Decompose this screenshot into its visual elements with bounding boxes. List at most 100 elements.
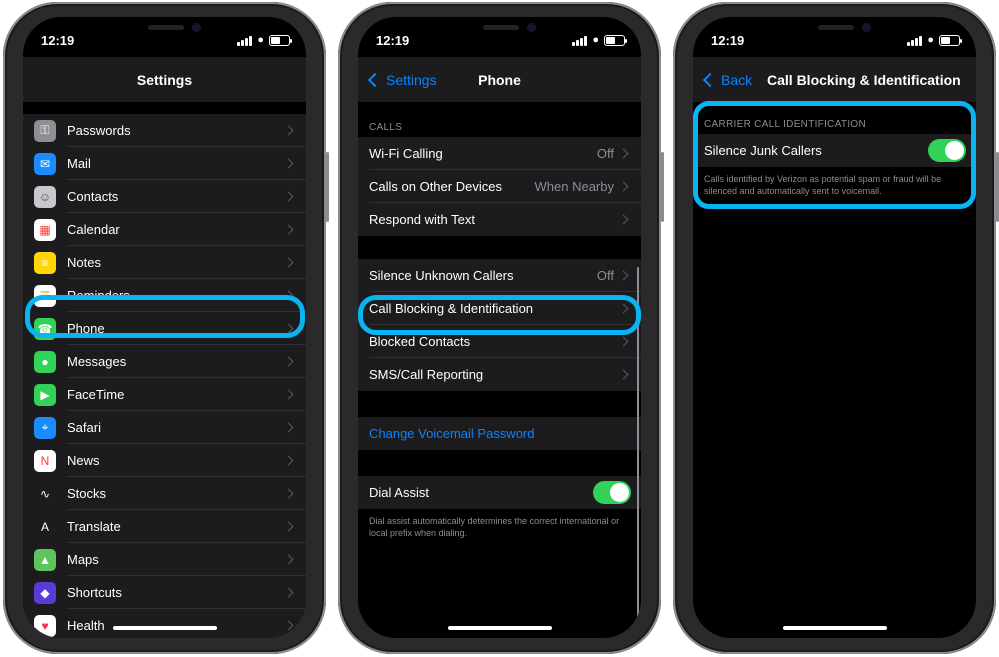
chevron-right-icon <box>283 620 294 631</box>
back-label: Settings <box>386 71 437 88</box>
chevron-right-icon <box>283 257 294 268</box>
safari-icon: ⌖ <box>34 416 56 439</box>
settings-item-label: Passwords <box>67 123 131 138</box>
chevron-right-icon <box>283 224 294 235</box>
dial-assist-note: Dial assist automatically determines the… <box>369 516 620 538</box>
settings-item-label: Contacts <box>67 189 119 204</box>
settings-item-label: FaceTime <box>67 387 125 402</box>
back-button[interactable]: Settings <box>364 57 437 102</box>
sidebar-item-notes[interactable]: ≡ Notes <box>23 246 306 279</box>
status-time: 12:19 <box>41 33 75 48</box>
page-title: Settings <box>136 71 193 88</box>
status-time: 12:19 <box>376 33 410 48</box>
sidebar-item-translate[interactable]: A Translate <box>23 510 306 543</box>
row-label: Calls on Other Devices <box>369 179 502 194</box>
nav-bar: Back Call Blocking & Identification <box>693 57 976 102</box>
sidebar-item-passwords[interactable]: ⚿ Passwords <box>23 114 306 147</box>
wifi-icon: ● <box>257 34 264 46</box>
news-icon: N <box>34 449 56 472</box>
settings-item-label: Safari <box>67 420 101 435</box>
mail-icon: ✉ <box>34 152 56 175</box>
row-label: SMS/Call Reporting <box>369 367 484 382</box>
sidebar-item-news[interactable]: N News <box>23 444 306 477</box>
sidebar-item-messages[interactable]: ● Messages <box>23 345 306 378</box>
sidebar-item-facetime[interactable]: ▶ FaceTime <box>23 378 306 411</box>
wifi-icon: ● <box>927 34 934 46</box>
sidebar-item-maps[interactable]: ▲ Maps <box>23 543 306 576</box>
chevron-right-icon <box>618 336 629 347</box>
settings-list: ⚿ Passwords ✉ Mail ☺ Contacts ▦ Calendar ≡ Notes ☰… <box>23 114 306 638</box>
sidebar-item-stocks[interactable]: ∿ Stocks <box>23 477 306 510</box>
phone-call-blocking: 12:19 ● Back Call Blocking & Identificat… <box>673 2 999 654</box>
battery-icon <box>604 34 627 46</box>
chevron-right-icon <box>283 356 294 367</box>
battery-icon <box>269 34 292 46</box>
settings-item-label: Shortcuts <box>67 585 122 600</box>
settings-item-label: Messages <box>67 354 127 369</box>
row-value: Off <box>596 268 614 283</box>
settings-item-label: Maps <box>67 552 99 567</box>
chevron-right-icon <box>283 521 294 532</box>
status-bar: 12:19 ● <box>358 17 641 57</box>
chevron-right-icon <box>283 191 294 202</box>
chevron-right-icon <box>283 488 294 499</box>
dial-assist-row: Dial Assist <box>358 476 641 509</box>
chevron-right-icon <box>283 158 294 169</box>
sidebar-item-mail[interactable]: ✉ Mail <box>23 147 306 180</box>
phone-settings: 12:19 ● Settings ⚿ Passwords ✉ Mail ☺ Contact… <box>3 2 329 654</box>
phone-settings-list: CALLS Wi-Fi Calling Off Calls on Other Dev… <box>358 102 641 638</box>
signal-icon <box>907 35 923 46</box>
page-title: Call Blocking & Identification <box>767 71 961 88</box>
sidebar-item-contacts[interactable]: ☺ Contacts <box>23 180 306 213</box>
status-bar: 12:19 ● <box>693 17 976 57</box>
page-title: Phone <box>478 71 521 88</box>
carrier-section-highlight <box>693 101 976 209</box>
calls-row-calls-on-other-devices[interactable]: Calls on Other Devices When Nearby <box>358 170 641 203</box>
chevron-left-icon <box>702 72 718 87</box>
change-voicemail-password-link[interactable]: Change Voicemail Password <box>358 417 641 450</box>
home-indicator[interactable] <box>782 626 887 630</box>
chevron-right-icon <box>283 422 294 433</box>
translate-icon: A <box>34 515 56 538</box>
signal-icon <box>237 35 253 46</box>
settings-item-label: Calendar <box>67 222 120 237</box>
home-indicator[interactable] <box>447 626 552 630</box>
row-label: Respond with Text <box>369 212 475 227</box>
chevron-left-icon <box>367 72 383 87</box>
sidebar-item-shortcuts[interactable]: ◆ Shortcuts <box>23 576 306 609</box>
blocking-row-sms-call-reporting[interactable]: SMS/Call Reporting <box>358 358 641 391</box>
facetime-icon: ▶ <box>34 383 56 406</box>
status-bar: 12:19 ● <box>23 17 306 57</box>
sidebar-item-safari[interactable]: ⌖ Safari <box>23 411 306 444</box>
back-label: Back <box>721 71 753 88</box>
sidebar-item-health[interactable]: ♥ Health <box>23 609 306 638</box>
calls-row-respond-with-text[interactable]: Respond with Text <box>358 203 641 236</box>
chevron-right-icon <box>283 587 294 598</box>
notes-icon: ≡ <box>34 251 56 274</box>
row-label: Silence Unknown Callers <box>369 268 514 283</box>
stocks-icon: ∿ <box>34 482 56 505</box>
row-label: Wi-Fi Calling <box>369 146 443 161</box>
call-blocking-highlight <box>358 295 641 335</box>
chevron-right-icon <box>283 554 294 565</box>
signal-icon <box>572 35 588 46</box>
chevron-right-icon <box>283 455 294 466</box>
phone-row-highlight <box>25 295 305 338</box>
row-label: Blocked Contacts <box>369 334 471 349</box>
back-button[interactable]: Back <box>699 57 752 102</box>
contacts-icon: ☺ <box>34 185 56 208</box>
home-indicator[interactable] <box>112 626 217 630</box>
sidebar-item-calendar[interactable]: ▦ Calendar <box>23 213 306 246</box>
settings-item-label: Mail <box>67 156 91 171</box>
calls-row-wi-fi-calling[interactable]: Wi-Fi Calling Off <box>358 137 641 170</box>
settings-item-label: Translate <box>67 519 121 534</box>
nav-bar: Settings <box>23 57 306 102</box>
shortcuts-icon: ◆ <box>34 581 56 604</box>
dial-assist-label: Dial Assist <box>369 485 429 500</box>
chevron-right-icon <box>283 125 294 136</box>
chevron-right-icon <box>618 214 629 225</box>
blocking-row-silence-unknown-callers[interactable]: Silence Unknown Callers Off <box>358 259 641 292</box>
voicemail-link-label: Change Voicemail Password <box>369 426 535 441</box>
chevron-right-icon <box>618 369 629 380</box>
dial-assist-toggle[interactable] <box>593 481 631 504</box>
